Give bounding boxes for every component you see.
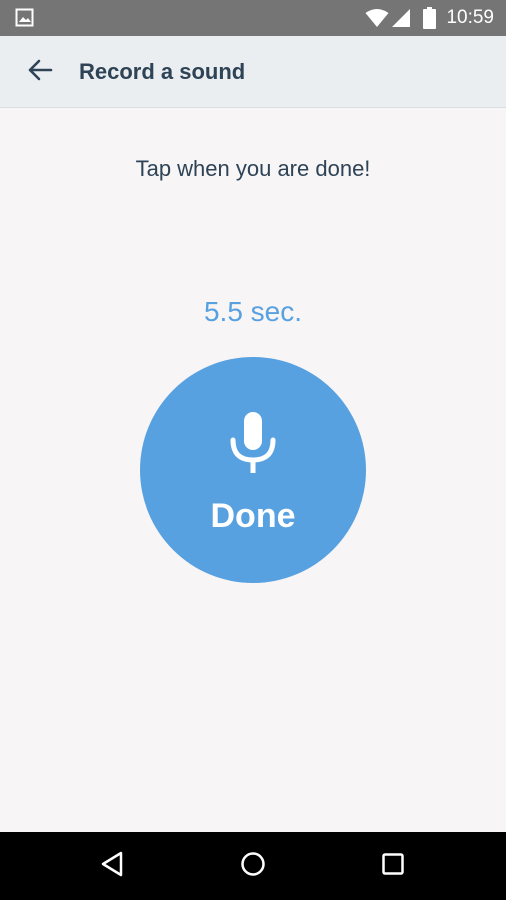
back-button[interactable]	[20, 52, 60, 92]
nav-back-button[interactable]	[92, 846, 132, 886]
page-title: Record a sound	[79, 59, 246, 84]
toolbar: Record a sound	[0, 36, 506, 108]
home-circle-icon	[240, 851, 266, 882]
status-bar: 10:59	[0, 0, 506, 36]
battery-icon	[423, 7, 437, 29]
nav-recents-button[interactable]	[373, 846, 413, 886]
done-button-label: Done	[210, 497, 296, 535]
back-triangle-icon	[100, 851, 124, 882]
image-notification-icon	[15, 8, 34, 27]
cell-signal-icon	[391, 8, 411, 28]
arrow-left-icon	[27, 58, 53, 87]
instruction-text: Tap when you are done!	[135, 156, 371, 181]
recents-square-icon	[381, 852, 405, 881]
microphone-icon	[229, 412, 277, 479]
status-clock: 10:59	[446, 7, 494, 28]
recording-timer: 5.5 sec.	[203, 296, 303, 327]
wifi-icon	[365, 8, 389, 28]
status-icons: 10:59	[365, 0, 494, 36]
done-record-button[interactable]: Done	[140, 357, 366, 583]
navigation-bar	[0, 832, 506, 900]
nav-home-button[interactable]	[233, 846, 273, 886]
